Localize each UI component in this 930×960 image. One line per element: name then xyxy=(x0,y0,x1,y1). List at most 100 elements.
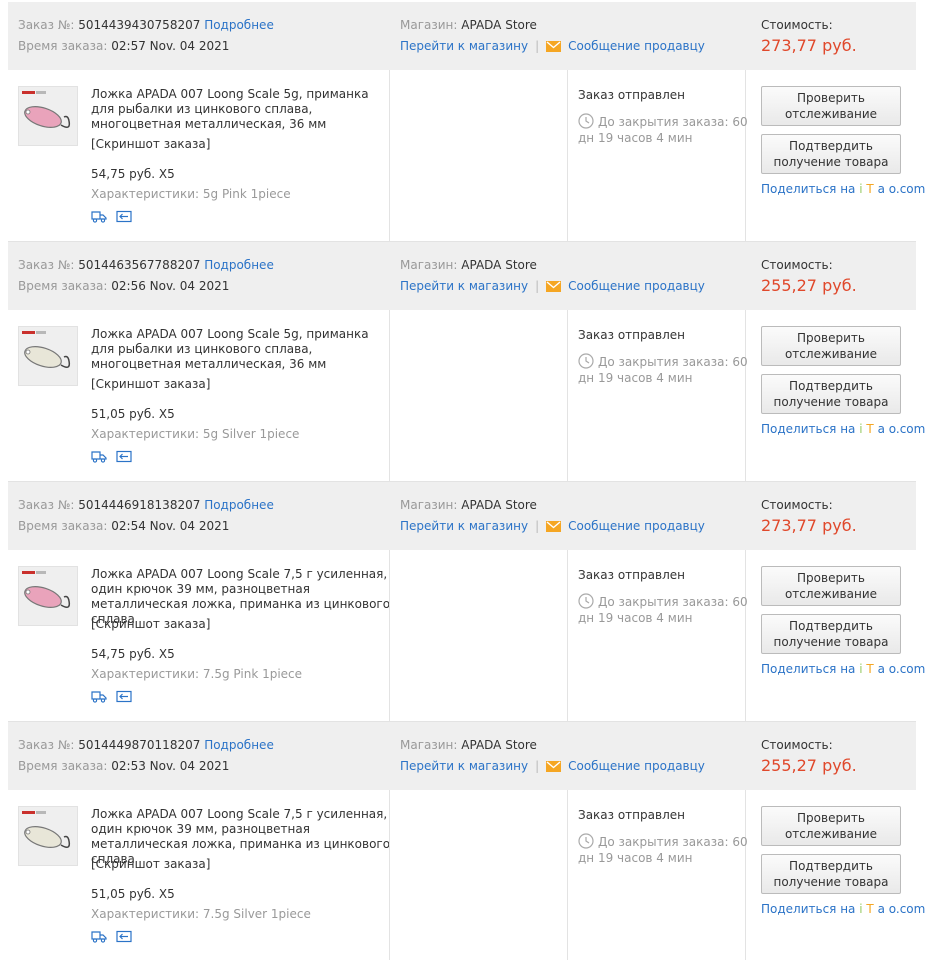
check-tracking-button[interactable]: Проверить отслеживание xyxy=(761,566,901,606)
order-card: Заказ №: 5014449870118207 Подробнее Врем… xyxy=(8,722,925,960)
delivery-truck-icon[interactable] xyxy=(91,690,107,703)
product-action-icons xyxy=(91,930,132,943)
share-i: i xyxy=(859,422,863,436)
order-card: Заказ №: 5014439430758207 Подробнее Врем… xyxy=(8,2,925,242)
order-screenshot-link[interactable]: [Скриншот заказа] xyxy=(91,857,210,871)
return-icon[interactable] xyxy=(116,210,132,223)
order-time: 02:54 Nov. 04 2021 xyxy=(111,519,230,533)
go-to-store-link[interactable]: Перейти к магазину xyxy=(400,279,528,293)
product-image[interactable] xyxy=(18,326,78,386)
order-time-row: Время заказа: 02:53 Nov. 04 2021 xyxy=(18,759,229,773)
order-time-label: Время заказа: xyxy=(18,279,108,293)
close-timer-text: До закрытия заказа: 60 дн 19 часов 4 мин xyxy=(578,355,748,385)
product-title[interactable]: Ложка APADA 007 Loong Scale 5g, приманка… xyxy=(91,87,391,132)
order-time-label: Время заказа: xyxy=(18,519,108,533)
specs-label: Характеристики: xyxy=(91,907,200,921)
order-details-link[interactable]: Подробнее xyxy=(204,738,274,752)
column-divider xyxy=(389,310,390,481)
order-time-row: Время заказа: 02:57 Nov. 04 2021 xyxy=(18,39,229,53)
order-time-row: Время заказа: 02:54 Nov. 04 2021 xyxy=(18,519,229,533)
order-number: 5014439430758207 xyxy=(78,18,201,32)
order-header: Заказ №: 5014439430758207 Подробнее Врем… xyxy=(8,2,916,70)
close-timer-text: До закрытия заказа: 60 дн 19 часов 4 мин xyxy=(578,595,748,625)
product-image[interactable] xyxy=(18,566,78,626)
store-links: Перейти к магазину | Сообщение продавцу xyxy=(400,759,705,773)
share-link[interactable]: Поделиться на i T a o.com xyxy=(761,902,925,916)
column-divider xyxy=(389,70,390,241)
share-link[interactable]: Поделиться на i T a o.com xyxy=(761,662,925,676)
order-number-row: Заказ №: 5014463567788207 Подробнее xyxy=(18,258,274,272)
share-prefix: Поделиться на xyxy=(761,662,860,676)
share-i: i xyxy=(859,182,863,196)
clock-icon xyxy=(578,833,594,849)
order-screenshot-link[interactable]: [Скриншот заказа] xyxy=(91,137,210,151)
order-number-label: Заказ №: xyxy=(18,498,75,512)
product-action-icons xyxy=(91,690,132,703)
share-prefix: Поделиться на xyxy=(761,182,860,196)
mail-icon xyxy=(546,760,562,772)
order-number-row: Заказ №: 5014449870118207 Подробнее xyxy=(18,738,274,752)
delivery-truck-icon[interactable] xyxy=(91,210,107,223)
store-name: APADA Store xyxy=(461,498,537,512)
order-details-link[interactable]: Подробнее xyxy=(204,18,274,32)
link-separator: | xyxy=(535,39,540,53)
product-specs: Характеристики: 5g Silver 1piece xyxy=(91,427,299,441)
column-divider xyxy=(389,790,390,960)
delivery-truck-icon[interactable] xyxy=(91,450,107,463)
order-time-row: Время заказа: 02:56 Nov. 04 2021 xyxy=(18,279,229,293)
column-divider xyxy=(745,550,746,721)
order-close-timer: До закрытия заказа: 60 дн 19 часов 4 мин xyxy=(578,833,748,866)
specs-value: 7.5g Silver 1piece xyxy=(202,907,311,921)
confirm-receipt-button[interactable]: Подтвердить получение товара xyxy=(761,614,901,654)
store-label: Магазин: xyxy=(400,258,458,272)
store-links: Перейти к магазину | Сообщение продавцу xyxy=(400,39,705,53)
product-price: 54,75 руб. X5 xyxy=(91,167,175,181)
share-a: a xyxy=(877,182,885,196)
go-to-store-link[interactable]: Перейти к магазину xyxy=(400,519,528,533)
share-link[interactable]: Поделиться на i T a o.com xyxy=(761,182,925,196)
share-prefix: Поделиться на xyxy=(761,902,860,916)
return-icon[interactable] xyxy=(116,690,132,703)
order-number-row: Заказ №: 5014439430758207 Подробнее xyxy=(18,18,274,32)
product-image[interactable] xyxy=(18,86,78,146)
mail-icon xyxy=(546,520,562,532)
order-card: Заказ №: 5014463567788207 Подробнее Врем… xyxy=(8,242,925,482)
order-screenshot-link[interactable]: [Скриншот заказа] xyxy=(91,617,210,631)
return-icon[interactable] xyxy=(116,930,132,943)
message-seller-link[interactable]: Сообщение продавцу xyxy=(568,759,705,773)
order-screenshot-link[interactable]: [Скриншот заказа] xyxy=(91,377,210,391)
confirm-receipt-button[interactable]: Подтвердить получение товара xyxy=(761,374,901,414)
share-t: T xyxy=(866,902,874,916)
go-to-store-link[interactable]: Перейти к магазину xyxy=(400,759,528,773)
product-price: 54,75 руб. X5 xyxy=(91,647,175,661)
message-seller-link[interactable]: Сообщение продавцу xyxy=(568,279,705,293)
order-details-link[interactable]: Подробнее xyxy=(204,498,274,512)
store-name: APADA Store xyxy=(461,18,537,32)
go-to-store-link[interactable]: Перейти к магазину xyxy=(400,39,528,53)
order-details-link[interactable]: Подробнее xyxy=(204,258,274,272)
column-divider xyxy=(745,70,746,241)
check-tracking-button[interactable]: Проверить отслеживание xyxy=(761,86,901,126)
share-rest: o.com xyxy=(888,902,926,916)
product-image[interactable] xyxy=(18,806,78,866)
clock-icon xyxy=(578,593,594,609)
specs-label: Характеристики: xyxy=(91,667,200,681)
message-seller-link[interactable]: Сообщение продавцу xyxy=(568,39,705,53)
message-seller-link[interactable]: Сообщение продавцу xyxy=(568,519,705,533)
order-number-row: Заказ №: 5014446918138207 Подробнее xyxy=(18,498,274,512)
check-tracking-button[interactable]: Проверить отслеживание xyxy=(761,806,901,846)
confirm-receipt-button[interactable]: Подтвердить получение товара xyxy=(761,854,901,894)
order-cost: 255,27 руб. xyxy=(761,276,857,295)
order-time: 02:53 Nov. 04 2021 xyxy=(111,759,230,773)
product-title[interactable]: Ложка APADA 007 Loong Scale 5g, приманка… xyxy=(91,327,391,372)
return-icon[interactable] xyxy=(116,450,132,463)
product-action-icons xyxy=(91,210,132,223)
close-timer-text: До закрытия заказа: 60 дн 19 часов 4 мин xyxy=(578,115,748,145)
share-link[interactable]: Поделиться на i T a o.com xyxy=(761,422,925,436)
clock-icon xyxy=(578,113,594,129)
delivery-truck-icon[interactable] xyxy=(91,930,107,943)
check-tracking-button[interactable]: Проверить отслеживание xyxy=(761,326,901,366)
confirm-receipt-button[interactable]: Подтвердить получение товара xyxy=(761,134,901,174)
product-specs: Характеристики: 7.5g Pink 1piece xyxy=(91,667,302,681)
order-status: Заказ отправлен xyxy=(578,328,685,342)
